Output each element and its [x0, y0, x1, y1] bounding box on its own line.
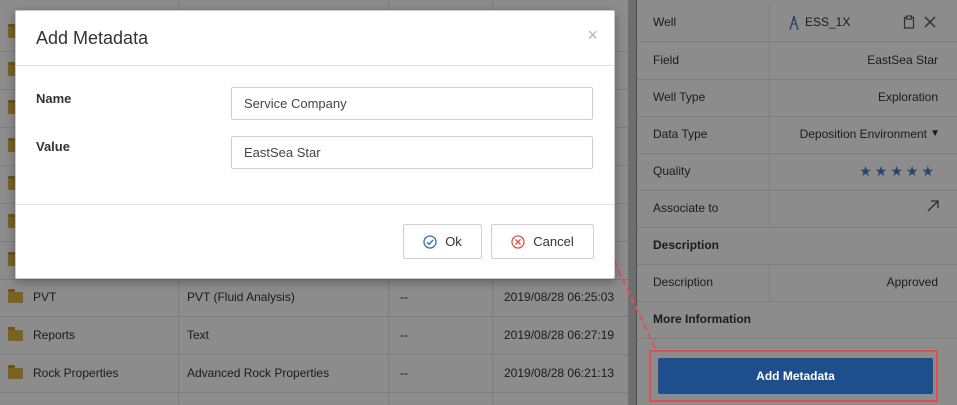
- cancel-button[interactable]: Cancel: [491, 224, 594, 259]
- dialog-footer-divider: [16, 204, 614, 205]
- name-input[interactable]: [231, 87, 593, 120]
- check-circle-icon: [423, 234, 437, 249]
- name-label: Name: [36, 91, 72, 106]
- add-metadata-dialog: Add Metadata × Name Value Ok Cancel: [15, 10, 615, 279]
- cancel-button-label: Cancel: [533, 234, 574, 249]
- ok-button[interactable]: Ok: [403, 224, 482, 259]
- cancel-circle-icon: [511, 234, 525, 249]
- add-metadata-highlight-frame: Add Metadata: [649, 350, 938, 402]
- value-label: Value: [36, 139, 70, 154]
- value-input[interactable]: [231, 136, 593, 169]
- ok-button-label: Ok: [445, 234, 462, 249]
- close-icon[interactable]: ×: [587, 25, 598, 46]
- add-metadata-button-highlighted[interactable]: Add Metadata: [658, 358, 933, 394]
- dialog-header: Add Metadata ×: [16, 11, 614, 66]
- dialog-title: Add Metadata: [36, 28, 149, 48]
